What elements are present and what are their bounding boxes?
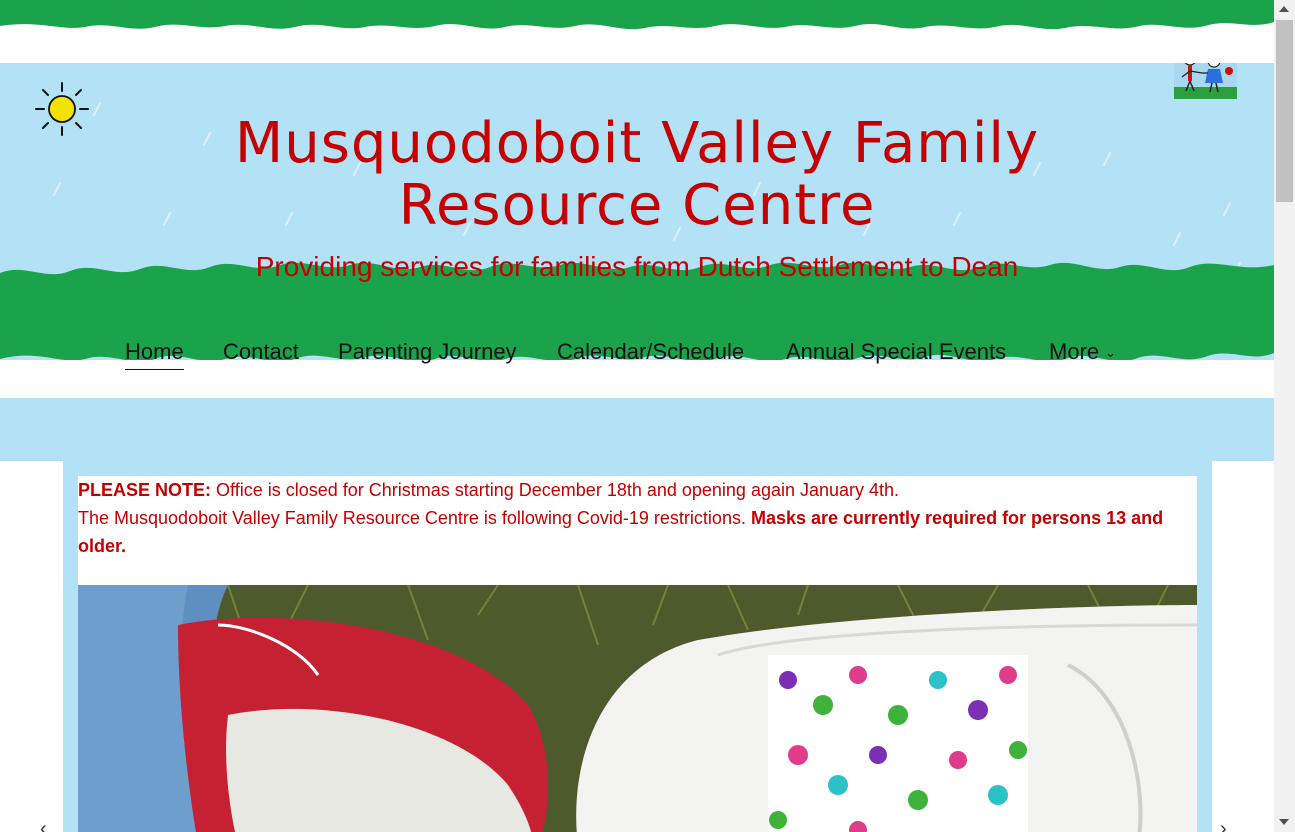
nav-item-parenting-journey[interactable]: Parenting Journey: [338, 335, 517, 369]
hero-photo-sneakers: [78, 585, 1197, 832]
sky-band: [0, 398, 1274, 461]
vertical-scrollbar[interactable]: [1274, 0, 1295, 832]
please-note-label: PLEASE NOTE:: [78, 480, 212, 500]
site-title: Musquodoboit Valley Family Resource Cent…: [234, 111, 1040, 238]
closure-notice: PLEASE NOTE: Office is closed for Christ…: [78, 476, 1197, 504]
page: Musquodoboit Valley Family Resource Cent…: [0, 0, 1274, 832]
slider-prev-arrow[interactable]: ‹: [40, 818, 47, 832]
covid-notice: The Musquodoboit Valley Family Resource …: [78, 504, 1197, 560]
site-header: Musquodoboit Valley Family Resource Cent…: [0, 63, 1274, 398]
site-tagline: Providing services for families from Dut…: [255, 251, 1019, 282]
closure-text: Office is closed for Christmas starting …: [211, 480, 900, 500]
sun-icon: [35, 82, 89, 136]
scrollbar-thumb[interactable]: [1276, 20, 1293, 202]
nav-item-more[interactable]: More ⌄: [1049, 335, 1116, 370]
kids-logo-icon: [1174, 63, 1237, 99]
scroll-up-arrow-icon[interactable]: [1279, 6, 1289, 12]
chevron-down-icon: ⌄: [1105, 345, 1117, 361]
scroll-down-arrow-icon[interactable]: [1279, 819, 1289, 825]
top-grass-border: [0, 0, 1274, 30]
nav-item-calendar-schedule[interactable]: Calendar/Schedule: [557, 335, 744, 369]
nav-item-contact[interactable]: Contact: [223, 335, 299, 369]
notice-box: PLEASE NOTE: Office is closed for Christ…: [78, 476, 1197, 585]
nav-more-label: More: [1049, 339, 1100, 364]
nav-item-home[interactable]: Home: [125, 335, 184, 370]
nav-item-annual-special-events[interactable]: Annual Special Events: [786, 335, 1006, 369]
slider-next-arrow[interactable]: ›: [1220, 818, 1227, 832]
main-nav: Home Contact Parenting Journey Calendar/…: [0, 335, 1274, 375]
covid-text: The Musquodoboit Valley Family Resource …: [78, 508, 751, 528]
